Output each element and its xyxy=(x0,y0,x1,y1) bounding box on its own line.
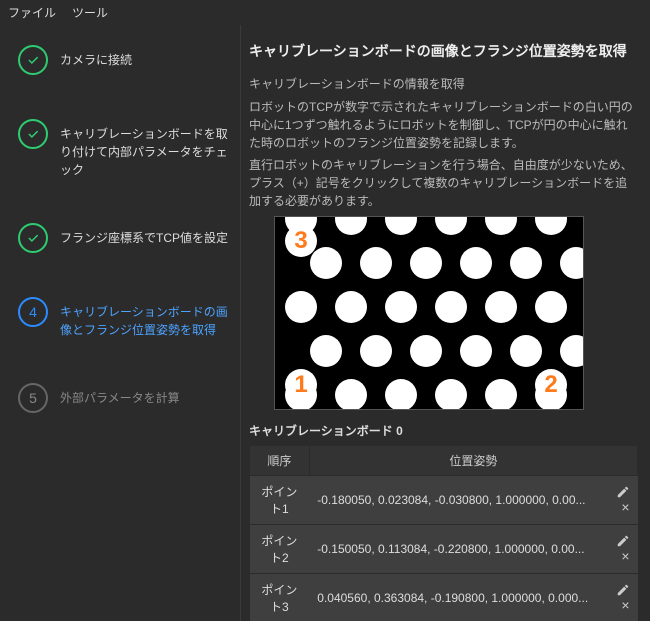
page-title: キャリブレーションボードの画像とフランジ位置姿勢を取得 xyxy=(249,41,638,61)
calib-dot xyxy=(435,379,467,410)
calib-dot xyxy=(510,335,542,367)
calib-dot xyxy=(335,216,367,235)
point-pose: -0.150050, 0.113084, -0.220800, 1.000000… xyxy=(309,525,596,574)
calib-dot xyxy=(510,247,542,279)
edit-icon[interactable] xyxy=(616,583,630,597)
point-pose: -0.180050, 0.023084, -0.030800, 1.000000… xyxy=(309,476,596,525)
calib-dot xyxy=(360,247,392,279)
calib-dot xyxy=(535,291,567,323)
content-panel: キャリブレーションボードの画像とフランジ位置姿勢を取得 キャリブレーションボード… xyxy=(240,25,650,621)
calib-marker-br: 2 xyxy=(535,369,567,401)
calib-dot xyxy=(535,216,567,235)
calib-dot xyxy=(360,335,392,367)
step-number-icon: 5 xyxy=(18,383,48,413)
table-row: ポイント2-0.150050, 0.113084, -0.220800, 1.0… xyxy=(250,525,638,574)
edit-icon[interactable] xyxy=(616,485,630,499)
calib-dot xyxy=(410,335,442,367)
row-actions: × xyxy=(596,476,637,525)
calib-dot xyxy=(285,291,317,323)
col-pose: 位置姿勢 xyxy=(309,446,637,476)
description-text: 直行ロボットのキャリブレーションを行う場合、自由度が少ないため、プラス（+）記号… xyxy=(249,156,638,210)
calib-dot xyxy=(385,216,417,235)
menubar: ファイル ツール xyxy=(0,0,650,25)
calib-dot xyxy=(310,335,342,367)
step-set-tcp[interactable]: フランジ座標系でTCP値を設定 xyxy=(18,223,228,253)
point-name: ポイント1 xyxy=(250,476,310,525)
menu-file[interactable]: ファイル xyxy=(8,4,56,21)
step-capture-pose[interactable]: 4 キャリブレーションボードの画像とフランジ位置姿勢を取得 xyxy=(18,297,228,339)
step-label: 外部パラメータを計算 xyxy=(60,383,180,407)
check-icon xyxy=(18,45,48,75)
menu-tools[interactable]: ツール xyxy=(72,4,108,21)
check-icon xyxy=(18,119,48,149)
calib-dot xyxy=(385,291,417,323)
calib-dot xyxy=(460,335,492,367)
delete-icon[interactable]: × xyxy=(621,499,629,515)
calib-dot xyxy=(485,379,517,410)
calib-dot xyxy=(560,335,584,367)
calib-dot xyxy=(485,216,517,235)
description-text: ロボットのTCPが数字で示されたキャリブレーションボードの白い円の中心に1つずつ… xyxy=(249,98,638,152)
calib-dot xyxy=(485,291,517,323)
calib-marker-bl: 1 xyxy=(285,369,317,401)
step-label: フランジ座標系でTCP値を設定 xyxy=(60,223,228,247)
point-name: ポイント3 xyxy=(250,574,310,621)
step-label: キャリブレーションボードを取り付けて内部パラメータをチェック xyxy=(60,119,228,179)
step-compute-extrinsics[interactable]: 5 外部パラメータを計算 xyxy=(18,383,228,413)
calib-dot xyxy=(410,247,442,279)
calib-dot xyxy=(310,247,342,279)
point-name: ポイント2 xyxy=(250,525,310,574)
calib-dot xyxy=(335,291,367,323)
section-subtitle: キャリブレーションボードの情報を取得 xyxy=(249,75,638,92)
table-row: ポイント1-0.180050, 0.023084, -0.030800, 1.0… xyxy=(250,476,638,525)
step-attach-board[interactable]: キャリブレーションボードを取り付けて内部パラメータをチェック xyxy=(18,119,228,179)
table-row: ポイント30.040560, 0.363084, -0.190800, 1.00… xyxy=(250,574,638,621)
step-label: カメラに接続 xyxy=(60,45,132,69)
board-section-label: キャリブレーションボード 0 xyxy=(249,422,638,439)
calibration-board-preview: 3 1 2 xyxy=(274,216,584,410)
step-number-icon: 4 xyxy=(18,297,48,327)
calib-dot xyxy=(560,247,584,279)
calib-dot xyxy=(435,291,467,323)
pose-table: 順序 位置姿勢 ポイント1-0.180050, 0.023084, -0.030… xyxy=(249,445,638,621)
check-icon xyxy=(18,223,48,253)
calib-dot xyxy=(385,379,417,410)
calib-dot xyxy=(460,247,492,279)
row-actions: × xyxy=(596,525,637,574)
point-pose: 0.040560, 0.363084, -0.190800, 1.000000,… xyxy=(309,574,596,621)
col-order: 順序 xyxy=(250,446,310,476)
edit-icon[interactable] xyxy=(616,534,630,548)
calib-marker-tl: 3 xyxy=(285,225,317,257)
calib-dot xyxy=(435,216,467,235)
step-label: キャリブレーションボードの画像とフランジ位置姿勢を取得 xyxy=(60,297,228,339)
sidebar: カメラに接続 キャリブレーションボードを取り付けて内部パラメータをチェック フラ… xyxy=(0,25,240,621)
delete-icon[interactable]: × xyxy=(621,548,629,564)
calib-dot xyxy=(335,379,367,410)
row-actions: × xyxy=(596,574,637,621)
step-connect-camera[interactable]: カメラに接続 xyxy=(18,45,228,75)
delete-icon[interactable]: × xyxy=(621,597,629,613)
